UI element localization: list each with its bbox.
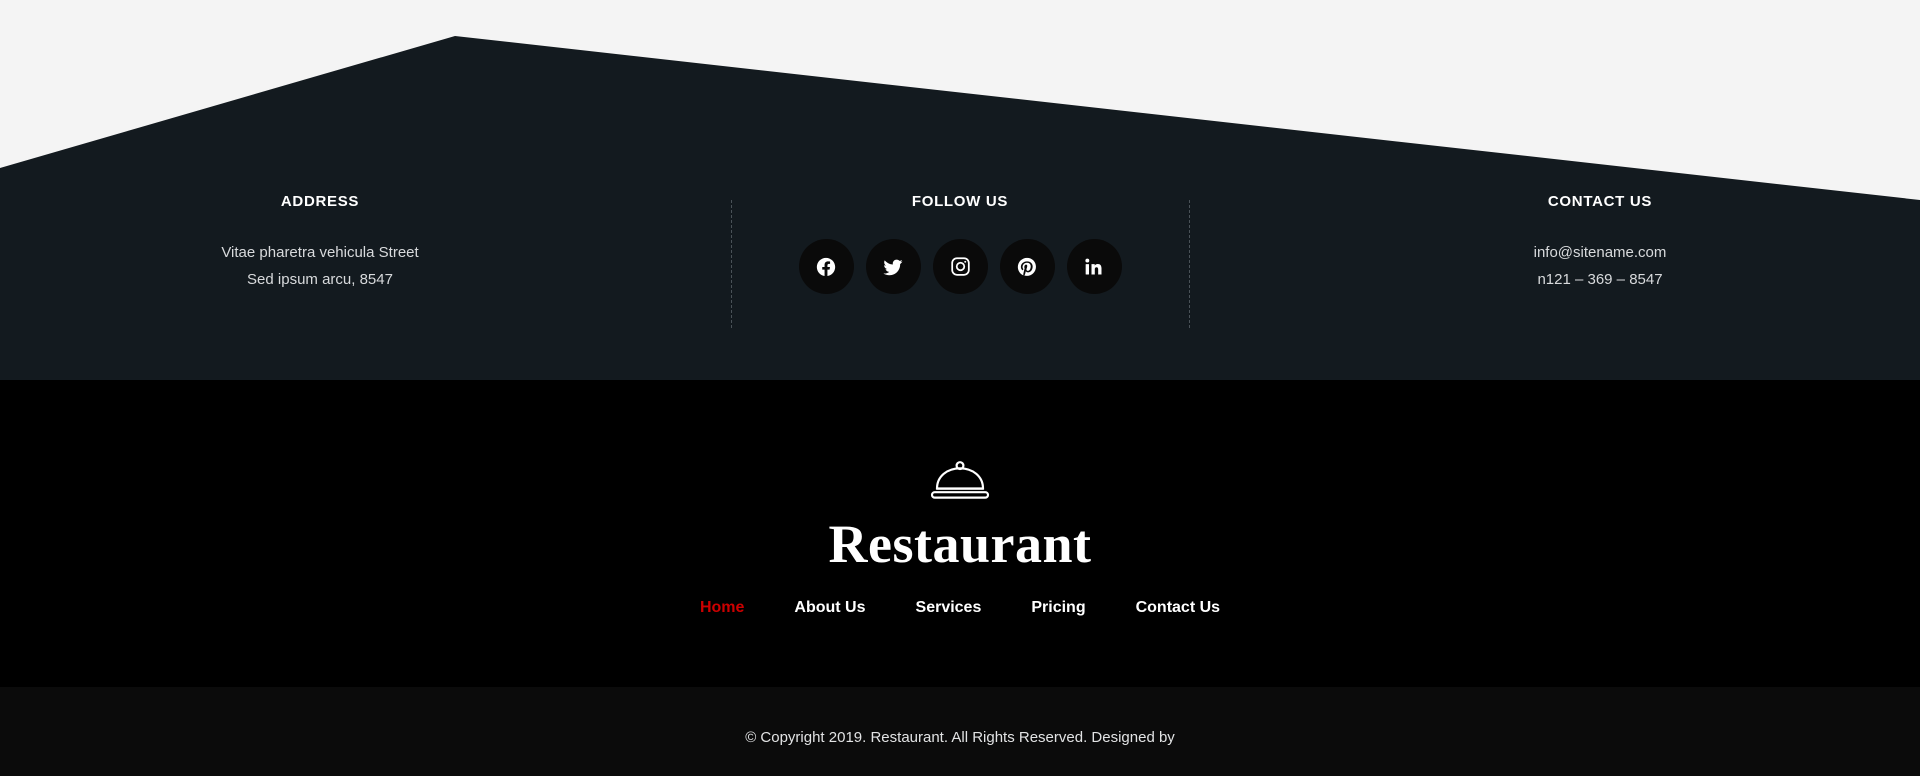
copyright-bar: © Copyright 2019. Restaurant. All Rights… [0, 687, 1920, 776]
social-link-linkedin[interactable] [1066, 239, 1122, 294]
linkedin-icon [1084, 257, 1104, 277]
footer-nav: Home About Us Services Pricing Contact U… [675, 600, 1245, 616]
social-links [640, 239, 1280, 294]
social-link-facebook[interactable] [798, 239, 854, 294]
brand-section: Restaurant Home About Us Services Pricin… [0, 380, 1920, 687]
social-link-instagram[interactable] [932, 239, 988, 294]
footer-column-follow-us: FOLLOW US [640, 194, 1280, 294]
nav-link-pricing[interactable]: Pricing [1006, 600, 1110, 616]
nav-link-about-us[interactable]: About Us [769, 600, 890, 616]
instagram-icon [950, 256, 971, 277]
footer-page: ADDRESS Vitae pharetra vehicula Street S… [0, 0, 1920, 776]
address-heading: ADDRESS [280, 193, 360, 210]
copyright-text: © Copyright 2019. Restaurant. All Rights… [745, 729, 1175, 746]
nav-link-services[interactable]: Services [891, 600, 1007, 616]
address-line-2: Sed ipsum arcu, 8547 [247, 271, 393, 288]
footer-column-address: ADDRESS Vitae pharetra vehicula Street S… [0, 194, 640, 293]
contact-heading: CONTACT US [1547, 193, 1653, 210]
nav-link-contact-us[interactable]: Contact Us [1111, 600, 1245, 616]
footer-column-contact: CONTACT US info@sitename.com n121 – 369 … [1280, 194, 1920, 293]
address-line-1: Vitae pharetra vehicula Street [221, 244, 419, 261]
social-link-pinterest[interactable] [999, 239, 1055, 294]
footer-columns: ADDRESS Vitae pharetra vehicula Street S… [0, 194, 1920, 334]
contact-phone[interactable]: n121 – 369 – 8547 [1280, 266, 1920, 293]
nav-link-home[interactable]: Home [675, 600, 769, 616]
contact-email[interactable]: info@sitename.com [1280, 239, 1920, 266]
social-link-twitter[interactable] [865, 239, 921, 294]
brand-wordmark: Restaurant [828, 514, 1092, 574]
facebook-icon [815, 256, 837, 278]
pinterest-icon [1016, 256, 1038, 278]
cloche-icon [929, 458, 991, 505]
twitter-icon [882, 256, 904, 278]
follow-us-heading: FOLLOW US [911, 193, 1009, 210]
